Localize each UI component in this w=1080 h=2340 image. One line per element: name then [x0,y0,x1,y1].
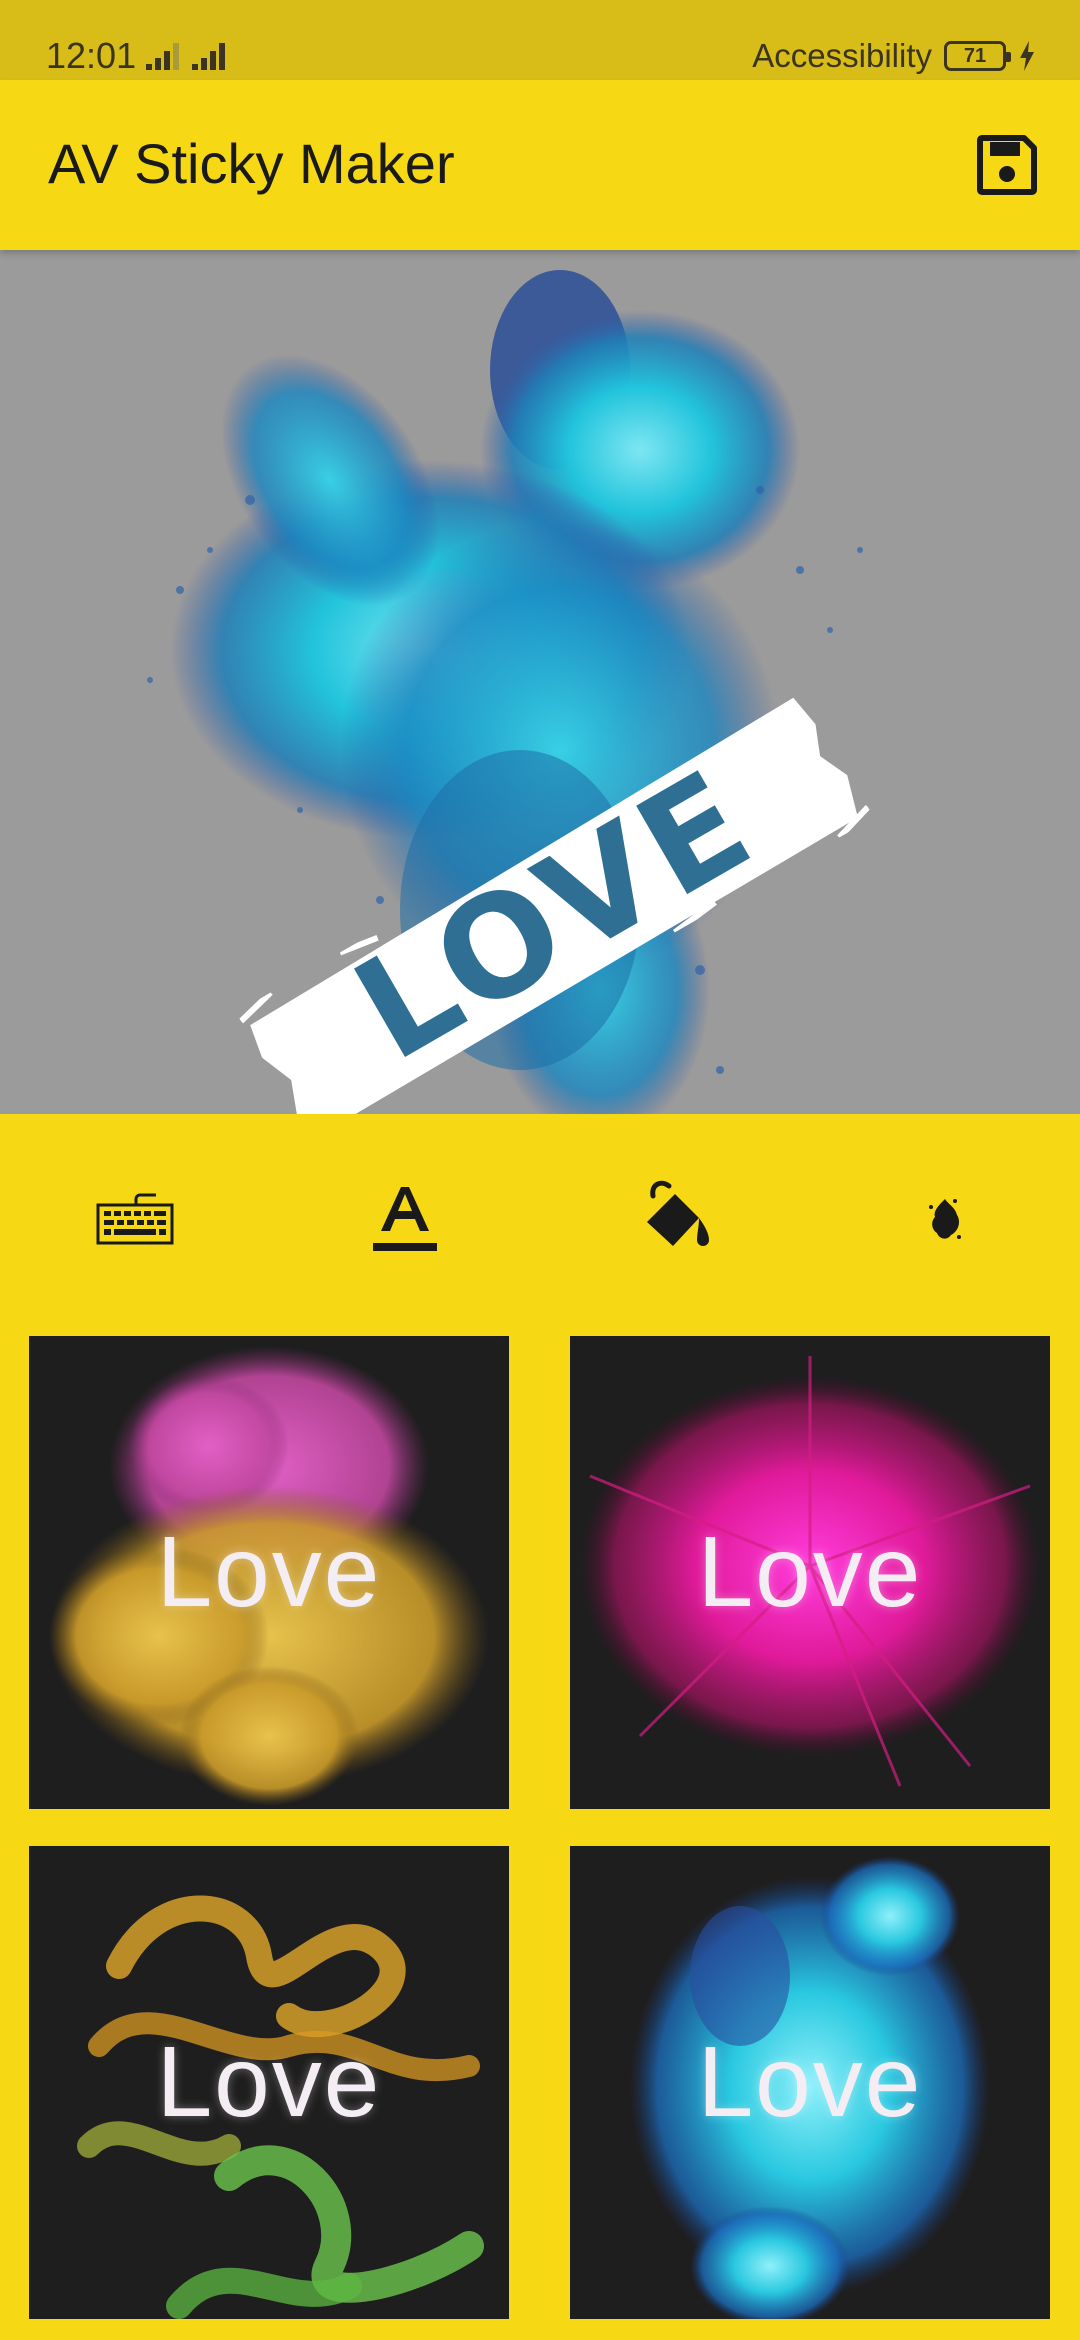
text-format-tool-button[interactable] [350,1168,460,1268]
paint-bucket-tool-button[interactable] [620,1168,730,1268]
style-card-powder-cyan[interactable]: Love [570,1846,1050,2319]
save-icon[interactable] [974,132,1040,198]
signal-icon [192,43,225,70]
charging-icon [1020,41,1034,71]
style-card-label: Love [156,1516,382,1628]
style-card-label: Love [697,1516,923,1628]
style-card-label: Love [156,2026,382,2138]
style-card-smoke-orange-green[interactable]: Love [29,1846,509,2319]
paint-bucket-icon [647,1180,709,1246]
app-title: AV Sticky Maker [48,132,455,195]
keyboard-icon [96,1193,174,1245]
battery-level: 71 [963,44,987,67]
ink-splash-icon [929,1199,961,1239]
text-format-icon [373,1187,437,1251]
status-bar: 12:01 Accessibility 71 [0,0,1080,80]
battery-icon: 71 [944,41,1011,71]
status-time: 12:01 [46,35,137,76]
ink-splash-tool-button[interactable] [890,1168,1000,1268]
keyboard-tool-button[interactable] [80,1168,190,1268]
signal-icon [146,43,179,70]
app-bar: AV Sticky Maker [0,80,1080,250]
status-right: Accessibility 71 [752,34,1036,78]
style-card-powder-magenta[interactable]: Love [570,1336,1050,1809]
style-card-smoke-pink-yellow[interactable]: Love [29,1336,509,1809]
sticker-canvas[interactable]: LOVE [0,250,1080,1114]
style-card-label: Love [697,2026,923,2138]
accessibility-label: Accessibility [752,37,932,74]
